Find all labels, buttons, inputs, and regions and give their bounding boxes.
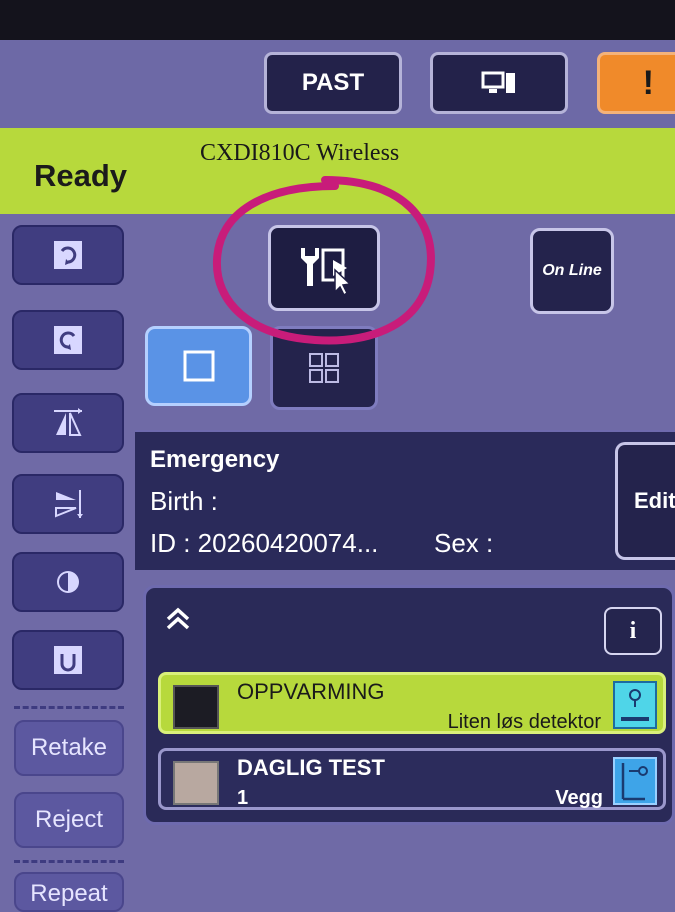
top-frame [0, 0, 675, 40]
exam-row[interactable]: DAGLIG TEST 1 Vegg [158, 748, 666, 810]
exam-number: 1 [237, 787, 249, 809]
past-button-label: PAST [301, 69, 365, 96]
status-ready: Ready [34, 158, 128, 193]
flip-horizontal-button[interactable] [12, 393, 124, 453]
reset-image-icon [54, 646, 82, 674]
separator [14, 860, 124, 863]
exam-detector: Liten løs detektor [447, 711, 601, 733]
reject-label: Reject [34, 806, 104, 833]
retake-label: Retake [30, 734, 108, 761]
online-label: On Line [542, 262, 602, 279]
exam-color-swatch [173, 685, 219, 729]
info-button[interactable]: i [604, 607, 662, 655]
grid-layout-icon [309, 353, 339, 383]
exam-name: OPPVARMING [237, 679, 385, 704]
wall-stand-icon [613, 757, 657, 805]
info-label: i [629, 617, 637, 644]
flip-vertical-button[interactable] [12, 474, 124, 534]
patient-sex: Sex : [434, 528, 494, 558]
edit-patient-button[interactable]: Edit [615, 442, 675, 560]
exam-detector: Vegg [555, 787, 603, 809]
portable-detector-icon [613, 681, 657, 729]
flip-horizontal-icon [54, 408, 82, 436]
computer-icon [481, 71, 515, 93]
rotate-counterclockwise-icon [54, 326, 82, 354]
invert-contrast-icon [57, 571, 79, 593]
reset-image-button[interactable] [12, 630, 124, 690]
edit-label: Edit [634, 488, 675, 513]
past-button[interactable]: PAST [264, 52, 402, 114]
collapse-chevron-icon[interactable] [165, 606, 191, 638]
exam-name: DAGLIG TEST [237, 755, 385, 780]
warning-label: ! [642, 63, 654, 102]
online-button[interactable]: On Line [530, 228, 614, 314]
patient-id: ID : 20260420074... [150, 528, 379, 558]
patient-birth: Birth : [150, 486, 218, 516]
rotate-cw-button[interactable] [12, 225, 124, 285]
separator [14, 706, 124, 709]
repeat-button[interactable]: Repeat [14, 872, 124, 912]
invert-button[interactable] [12, 552, 124, 612]
computer-button[interactable] [430, 52, 568, 114]
single-frame-icon [183, 350, 214, 382]
rotate-ccw-button[interactable] [12, 310, 124, 370]
flip-vertical-icon [55, 490, 83, 518]
patient-name: Emergency [150, 446, 280, 473]
highlight-circle [212, 176, 435, 345]
exam-color-swatch [173, 761, 219, 805]
device-name: CXDI810C Wireless [200, 140, 400, 166]
rotate-clockwise-icon [54, 241, 82, 269]
warning-button[interactable]: ! [597, 52, 675, 114]
reject-button[interactable]: Reject [14, 792, 124, 848]
exam-row[interactable]: OPPVARMING Liten løs detektor [158, 672, 666, 734]
retake-button[interactable]: Retake [14, 720, 124, 776]
